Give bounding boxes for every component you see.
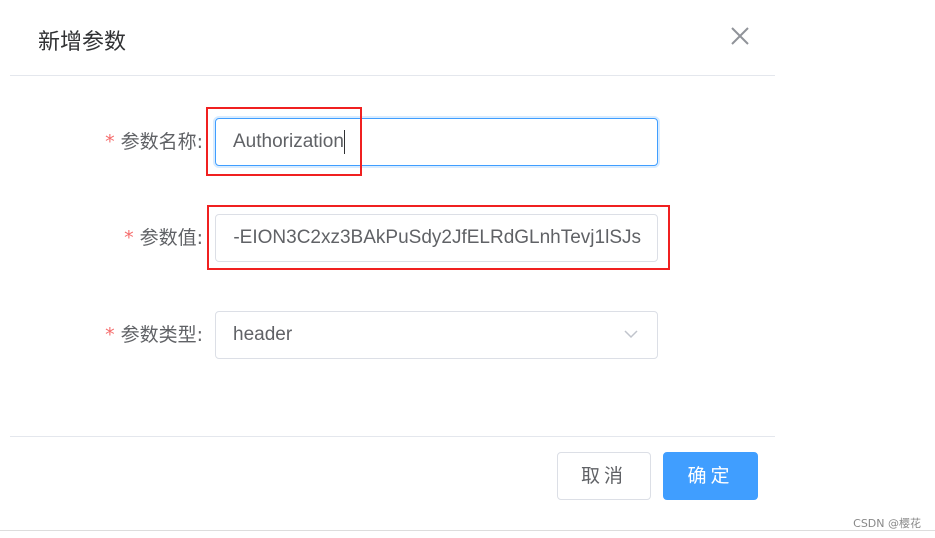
- page-divider: [0, 530, 935, 531]
- footer-divider: [10, 436, 775, 437]
- param-value-input[interactable]: -EION3C2xz3BAkPuSdy2JfELRdGLnhTevj1lSJs: [215, 214, 658, 262]
- chevron-down-icon: [624, 330, 638, 339]
- cancel-button[interactable]: 取消: [557, 452, 651, 500]
- dialog-title: 新增参数: [38, 30, 127, 55]
- param-value-label: 参数值:: [139, 227, 203, 249]
- header-divider: [10, 75, 775, 76]
- required-mark: *: [124, 227, 134, 249]
- form-item-param-value: * 参数值: -EION3C2xz3BAkPuSdy2JfELRdGLnhTevj…: [0, 214, 700, 262]
- form-item-param-type: * 参数类型: header: [0, 311, 700, 359]
- param-type-label: 参数类型:: [120, 324, 203, 346]
- close-icon[interactable]: [728, 24, 752, 48]
- required-mark: *: [105, 324, 115, 346]
- form-item-param-name: * 参数名称: Authorization: [0, 118, 700, 166]
- watermark: CSDN @樱花: [853, 517, 921, 530]
- text-caret: [343, 129, 345, 154]
- param-name-input[interactable]: Authorization: [215, 118, 658, 166]
- param-type-select[interactable]: header: [215, 311, 658, 359]
- required-mark: *: [105, 131, 115, 153]
- param-name-label: 参数名称:: [120, 131, 203, 153]
- confirm-button[interactable]: 确定: [663, 452, 758, 500]
